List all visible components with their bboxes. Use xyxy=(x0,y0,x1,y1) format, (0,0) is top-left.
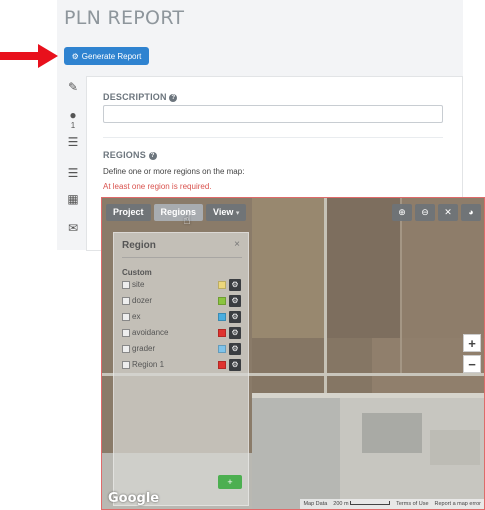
section-icon-nav: ✎ ● 1 ☰ ☰ ▦ ✉ xyxy=(60,78,86,258)
section-divider xyxy=(103,137,443,138)
caret-down-icon: ▾ xyxy=(235,210,240,217)
gear-icon[interactable]: ⚙ xyxy=(229,295,241,307)
terms-link[interactable]: Terms of Use xyxy=(396,501,428,507)
region-row-grader: grader ⚙ xyxy=(122,343,244,356)
envelope-icon[interactable]: ✉ xyxy=(65,221,81,235)
map-view[interactable]: Project Regions View ▾ ☝ ⊕ ⊖ ✕ ◕ + − Reg… xyxy=(101,197,485,510)
region-name: dozer xyxy=(132,296,153,305)
map-data-link[interactable]: Map Data xyxy=(303,501,327,507)
region-color-swatch[interactable] xyxy=(218,313,226,321)
region-name: ex xyxy=(132,312,141,321)
region-panel: Region × Custom site ⚙ dozer ⚙ ex ⚙ avoi… xyxy=(113,232,249,506)
gears-icon: ⚙ xyxy=(71,51,79,61)
region-name: site xyxy=(132,280,145,289)
region-checkbox[interactable] xyxy=(122,329,130,337)
description-input[interactable] xyxy=(103,105,443,123)
list-icon-2[interactable]: ☰ xyxy=(65,166,81,180)
page-title: PLN REPORT xyxy=(64,7,185,29)
region-color-swatch[interactable] xyxy=(218,297,226,305)
annotation-arrow xyxy=(0,44,58,68)
region-row-site: site ⚙ xyxy=(122,279,244,292)
gear-icon[interactable]: ⚙ xyxy=(229,343,241,355)
region-checkbox[interactable] xyxy=(122,297,130,305)
region-panel-divider xyxy=(122,257,242,258)
generate-report-button[interactable]: ⚙ Generate Report xyxy=(64,47,149,65)
regions-help-text: Define one or more regions on the map: xyxy=(103,167,245,176)
region-checkbox[interactable] xyxy=(122,313,130,321)
map-attribution: Map Data 200 m Terms of Use Report a map… xyxy=(300,499,484,509)
region-checkbox[interactable] xyxy=(122,345,130,353)
description-label: DESCRIPTION ? xyxy=(103,92,178,102)
region-row-avoidance: avoidance ⚙ xyxy=(122,327,244,340)
map-scale: 200 m xyxy=(333,501,391,507)
region-color-swatch[interactable] xyxy=(218,345,226,353)
region-name: avoidance xyxy=(132,328,169,337)
regions-error-text: At least one region is required. xyxy=(103,182,212,191)
regions-menu-button[interactable]: Regions xyxy=(153,204,204,221)
map-zoom-in-button[interactable]: + xyxy=(463,334,481,352)
gear-icon[interactable]: ⚙ xyxy=(229,359,241,371)
region-row-region-1: Region 1 ⚙ xyxy=(122,359,244,372)
pencil-icon[interactable]: ✎ xyxy=(65,80,81,94)
map-zoom-out-button[interactable]: − xyxy=(463,355,481,373)
add-region-button[interactable]: + xyxy=(218,475,242,489)
region-color-swatch[interactable] xyxy=(218,361,226,369)
region-checkbox[interactable] xyxy=(122,281,130,289)
globe-count: 1 xyxy=(70,121,76,130)
region-row-dozer: dozer ⚙ xyxy=(122,295,244,308)
globe-tool-icon[interactable]: ◕ xyxy=(461,204,481,221)
list-icon[interactable]: ☰ xyxy=(65,135,81,149)
region-group-label: Custom xyxy=(122,268,152,277)
zoom-out-tool-icon[interactable]: ⊖ xyxy=(415,204,435,221)
region-color-swatch[interactable] xyxy=(218,281,226,289)
region-checkbox[interactable] xyxy=(122,361,130,369)
calendar-icon[interactable]: ▦ xyxy=(65,192,81,206)
globe-icon[interactable]: ● 1 xyxy=(65,108,81,130)
map-tools: ⊕ ⊖ ✕ ◕ xyxy=(392,204,481,221)
close-icon[interactable]: × xyxy=(234,239,240,250)
gear-icon[interactable]: ⚙ xyxy=(229,279,241,291)
help-icon[interactable]: ? xyxy=(148,152,157,160)
regions-label: REGIONS ? xyxy=(103,150,157,160)
gear-icon[interactable]: ⚙ xyxy=(229,311,241,323)
map-toolbar: Project Regions View ▾ xyxy=(106,204,247,221)
region-panel-title: Region xyxy=(122,240,156,251)
view-menu-button[interactable]: View ▾ xyxy=(206,204,247,221)
region-name: grader xyxy=(132,344,156,353)
hand-cursor-icon: ☝ xyxy=(183,212,191,227)
zoom-in-tool-icon[interactable]: ⊕ xyxy=(392,204,412,221)
report-map-error-link[interactable]: Report a map error xyxy=(435,501,481,507)
region-name: Region 1 xyxy=(132,360,165,369)
help-icon[interactable]: ? xyxy=(169,94,178,102)
google-logo: Google xyxy=(108,491,160,506)
region-color-swatch[interactable] xyxy=(218,329,226,337)
gear-icon[interactable]: ⚙ xyxy=(229,327,241,339)
project-menu-button[interactable]: Project xyxy=(106,204,151,221)
fullscreen-icon[interactable]: ✕ xyxy=(438,204,458,221)
region-row-ex: ex ⚙ xyxy=(122,311,244,324)
generate-report-label: Generate Report xyxy=(81,51,142,61)
